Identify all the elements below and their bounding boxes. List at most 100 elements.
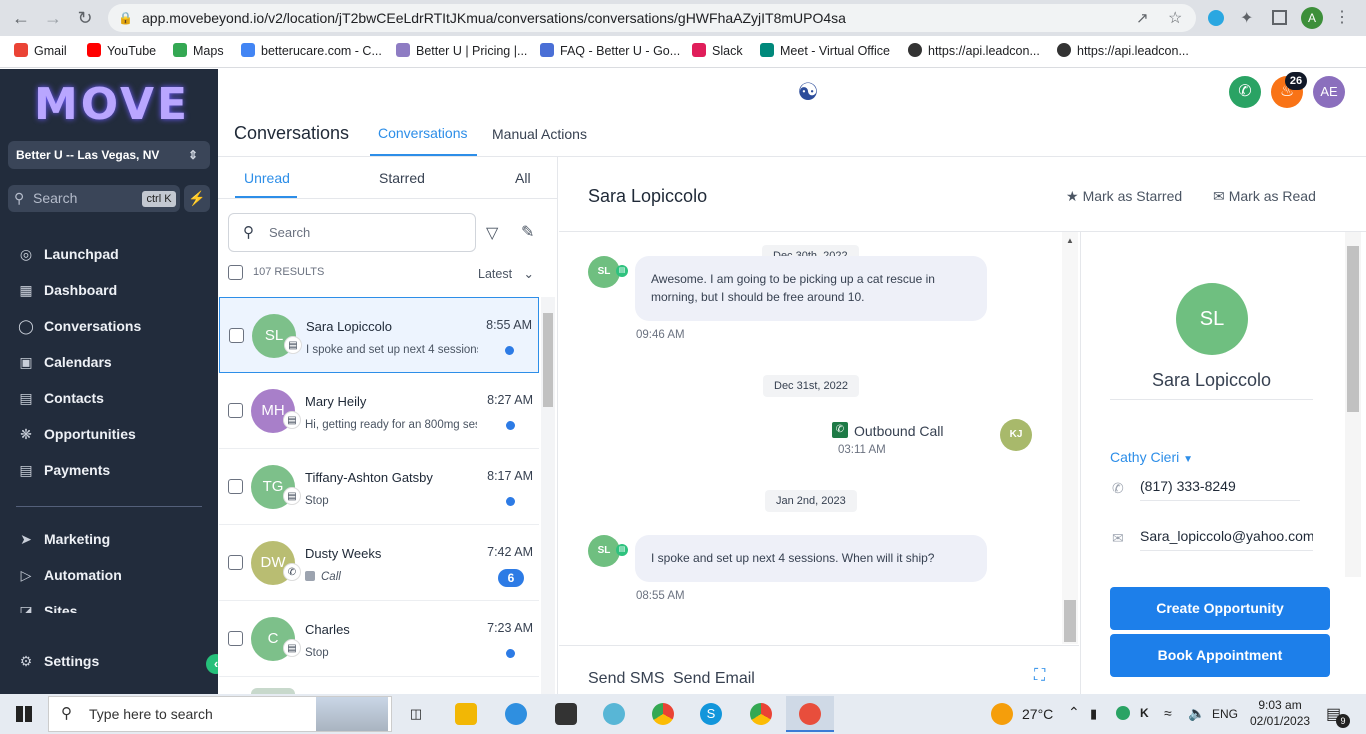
- bookmark-faq[interactable]: FAQ - Better U - Go...: [540, 42, 680, 60]
- bookmark-gmail[interactable]: Gmail: [14, 42, 67, 60]
- app-icon[interactable]: [505, 703, 527, 725]
- skype-icon[interactable]: S: [700, 703, 722, 725]
- bookmark-pricing[interactable]: Better U | Pricing |...: [396, 42, 527, 60]
- select-all-checkbox[interactable]: [228, 265, 243, 280]
- bookmark-meet[interactable]: Meet - Virtual Office: [760, 42, 890, 60]
- bookmark-youtube[interactable]: YouTube: [87, 42, 156, 60]
- tab-unread[interactable]: Unread: [244, 170, 290, 186]
- back-icon[interactable]: ←: [9, 6, 33, 30]
- bookmark-betterucare[interactable]: betterucare.com - C...: [241, 42, 382, 60]
- bookmark-api-1[interactable]: https://api.leadcon...: [908, 42, 1040, 60]
- tab-starred[interactable]: Starred: [379, 170, 425, 186]
- extension-icon[interactable]: [1208, 10, 1224, 26]
- email-field[interactable]: Sara_lopiccolo@yahoo.com: [1140, 528, 1313, 551]
- sms-icon: ▤: [283, 411, 301, 429]
- sort-dropdown[interactable]: Latest ⌄: [478, 266, 534, 281]
- row-checkbox[interactable]: [229, 328, 244, 343]
- send-email-tab[interactable]: Send Email: [673, 670, 755, 688]
- chrome-icon[interactable]: [750, 703, 772, 725]
- sidebar-item-automation[interactable]: ▷ Automation: [16, 563, 206, 587]
- sidebar-item-conversations[interactable]: ◯ Conversations: [16, 314, 206, 338]
- app-icon[interactable]: [799, 703, 821, 725]
- list-item[interactable]: C ▤ Charles 7:23 AM Stop: [219, 601, 539, 677]
- sidebar-item-marketing[interactable]: ➤ Marketing: [16, 527, 206, 551]
- bookmark-slack[interactable]: Slack: [692, 42, 743, 60]
- bookmark-maps[interactable]: Maps: [173, 42, 224, 60]
- tray-app-icon[interactable]: K: [1140, 706, 1149, 720]
- volume-icon[interactable]: 🔈: [1188, 705, 1205, 722]
- list-item[interactable]: DW ✆ Dusty Weeks 7:42 AM Call 6: [219, 525, 539, 601]
- forward-icon[interactable]: →: [41, 6, 65, 30]
- url-text[interactable]: app.movebeyond.io/v2/location/jT2bwCEeLd…: [142, 10, 846, 26]
- message-preview: I spoke and set up next 4 sessions.: [306, 344, 478, 356]
- sidebar-item-settings[interactable]: ⚙ Settings: [16, 649, 206, 673]
- wifi-icon[interactable]: ≈: [1164, 705, 1172, 721]
- message-time: 8:17 AM: [487, 469, 533, 483]
- sidebar-item-dashboard[interactable]: ▦ Dashboard: [16, 278, 206, 302]
- app-icon[interactable]: [555, 703, 577, 725]
- expand-icon[interactable]: ⛶: [1034, 667, 1045, 685]
- user-avatar[interactable]: AE: [1313, 76, 1345, 108]
- weather-text[interactable]: 27°C: [1022, 706, 1053, 722]
- scroll-up-icon[interactable]: ▲: [1066, 236, 1074, 245]
- app-icon[interactable]: [603, 703, 625, 725]
- clock[interactable]: 9:03 am 02/01/2023: [1250, 697, 1310, 729]
- tray-app-icon[interactable]: [1116, 706, 1130, 720]
- mark-read-button[interactable]: ✉ Mark as Read: [1213, 188, 1316, 205]
- sidebar-item-opportunities[interactable]: ❋ Opportunities: [16, 422, 206, 446]
- mail-icon: ✉: [1112, 530, 1124, 546]
- row-checkbox[interactable]: [228, 479, 243, 494]
- search-placeholder: Search: [269, 225, 311, 240]
- tray-chevron-icon[interactable]: ⌃: [1068, 704, 1080, 721]
- sidebar-item-contacts[interactable]: ▤ Contacts: [16, 386, 206, 410]
- sidebar-item-launchpad[interactable]: ◎ Launchpad: [16, 242, 206, 266]
- tab-conversations[interactable]: Conversations: [378, 125, 468, 141]
- windows-start-icon[interactable]: [16, 706, 32, 722]
- puzzle-icon[interactable]: ✦: [1240, 8, 1253, 28]
- compose-icon[interactable]: ✎: [521, 222, 534, 242]
- sidebar-item-payments[interactable]: ▤ Payments: [16, 458, 206, 482]
- star-icon[interactable]: ☆: [1168, 8, 1182, 28]
- contact-scroll-thumb[interactable]: [1347, 246, 1359, 412]
- book-appointment-button[interactable]: Book Appointment: [1110, 634, 1330, 677]
- share-icon[interactable]: ↗: [1136, 9, 1149, 27]
- send-sms-tab[interactable]: Send SMS: [588, 670, 664, 688]
- sidebar-item-label: Sites: [44, 603, 78, 613]
- quick-action-bolt-icon[interactable]: ⚡: [184, 185, 210, 212]
- phone-field[interactable]: (817) 333-8249: [1140, 478, 1300, 501]
- sidebar-item-label: Conversations: [44, 318, 142, 334]
- tab-all[interactable]: All: [515, 170, 531, 186]
- list-item[interactable]: MH ▤ Mary Heily 8:27 AM Hi, getting read…: [219, 373, 539, 449]
- bookmark-api-2[interactable]: https://api.leadcon...: [1057, 42, 1189, 60]
- row-checkbox[interactable]: [228, 403, 243, 418]
- task-view-icon[interactable]: ◫: [405, 703, 427, 725]
- sidepanel-icon[interactable]: [1272, 10, 1287, 25]
- sidebar-item-calendars[interactable]: ▣ Calendars: [16, 350, 206, 374]
- create-opportunity-button[interactable]: Create Opportunity: [1110, 587, 1330, 630]
- tab-manual-actions[interactable]: Manual Actions: [492, 126, 587, 142]
- chat-scroll-thumb[interactable]: [1064, 600, 1076, 642]
- chrome-icon[interactable]: [652, 703, 674, 725]
- row-checkbox[interactable]: [228, 631, 243, 646]
- assigned-user-dropdown[interactable]: Cathy Cieri ▼: [1110, 449, 1193, 465]
- profile-avatar[interactable]: A: [1301, 7, 1323, 29]
- list-item[interactable]: TG ▤ Tiffany-Ashton Gatsby 8:17 AM Stop: [219, 449, 539, 525]
- mark-starred-button[interactable]: ★ Mark as Starred: [1066, 188, 1182, 205]
- caret-down-icon: ▼: [1183, 454, 1194, 465]
- reload-icon[interactable]: ↻: [73, 6, 97, 30]
- battery-icon[interactable]: ▮: [1090, 706, 1097, 722]
- row-checkbox[interactable]: [228, 555, 243, 570]
- sidebar-item-sites[interactable]: ◪ Sites: [16, 599, 206, 613]
- conversation-search-input[interactable]: ⚲ Search: [228, 213, 476, 252]
- location-switcher[interactable]: Better U -- Las Vegas, NV ⇕: [8, 141, 210, 169]
- list-item[interactable]: SL ▤ Sara Lopiccolo 8:55 AM I spoke and …: [219, 297, 539, 373]
- message-time: 7:23 AM: [487, 621, 533, 635]
- list-scroll-thumb[interactable]: [543, 313, 553, 407]
- filter-icon[interactable]: ▽: [486, 223, 498, 243]
- language-indicator[interactable]: ENG: [1212, 707, 1238, 721]
- chat-scrollbar[interactable]: [1062, 232, 1078, 644]
- sites-icon: ◪: [19, 603, 33, 613]
- file-explorer-icon[interactable]: [455, 703, 477, 725]
- menu-icon[interactable]: ⋮: [1334, 7, 1350, 27]
- phone-icon[interactable]: ✆: [1229, 76, 1261, 108]
